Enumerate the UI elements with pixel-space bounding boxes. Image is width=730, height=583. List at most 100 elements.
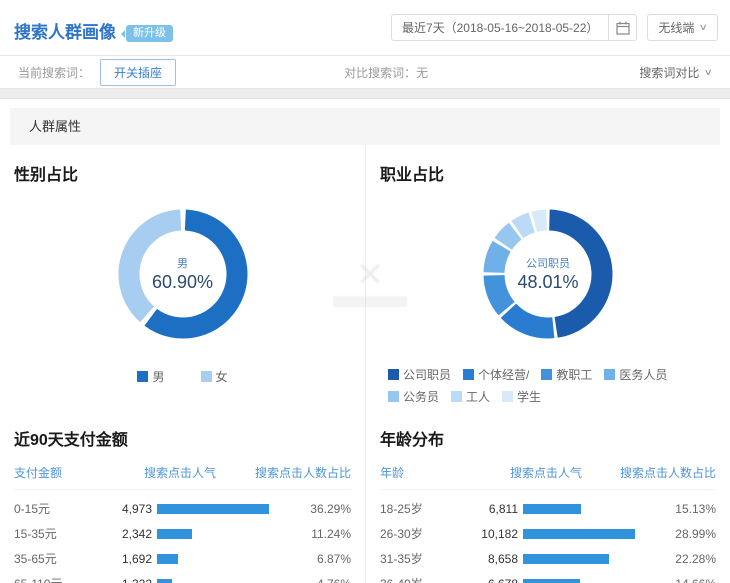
calendar-button[interactable] xyxy=(609,14,637,41)
row-bar xyxy=(523,579,580,583)
legend-swatch xyxy=(541,369,552,380)
payment-table-header: 支付金额 搜索点击人气 搜索点击人数占比 xyxy=(14,464,351,490)
page-header: 搜索人群画像新升级 最近7天（2018-05-16~2018-05-22） 无线… xyxy=(0,0,730,55)
row-label: 18-25岁 xyxy=(380,500,470,517)
legend-swatch xyxy=(463,369,474,380)
occupation-donut-chart: 公司职员 48.01% xyxy=(473,199,623,354)
column-header: 年龄 xyxy=(380,464,470,481)
legend-item-公司职员[interactable]: 公司职员 xyxy=(388,366,451,383)
column-header: 支付金额 xyxy=(14,464,104,481)
main-content: 人群属性 性别占比 男 60.90% 男女 职业占比 公司职员 48.01% 公… xyxy=(0,108,730,583)
page-title: 搜索人群画像 xyxy=(14,18,116,43)
row-value: 4,973 xyxy=(104,502,152,516)
page-divider xyxy=(0,89,730,99)
keyword-compare-label: 搜索词对比 xyxy=(639,64,699,81)
keyword-compare-dropdown[interactable]: 搜索词对比 ∨ xyxy=(639,64,712,81)
legend-item-工人[interactable]: 工人 xyxy=(451,388,490,405)
table-row: 15-35元2,34211.24% xyxy=(14,521,351,546)
donut-slice-公务员 xyxy=(503,231,515,244)
donut-slice-教职工 xyxy=(494,275,507,308)
table-row: 26-30岁10,18228.99% xyxy=(380,521,716,546)
legend-item-女[interactable]: 女 xyxy=(201,368,228,385)
row-bar-track xyxy=(523,529,652,539)
column-header: 搜索点击人气 xyxy=(470,464,606,481)
row-bar-track xyxy=(157,579,287,583)
row-value: 8,658 xyxy=(470,552,518,566)
legend-label: 男 xyxy=(152,368,164,385)
gender-chart-title: 性别占比 xyxy=(14,161,351,185)
row-percent: 4.76% xyxy=(287,577,351,583)
table-row: 18-25岁6,811 15.13% xyxy=(380,496,716,521)
legend-item-个体经营/[interactable]: 个体经营/ xyxy=(463,366,529,383)
legend-item-男[interactable]: 男 xyxy=(137,368,164,385)
row-bar-track xyxy=(523,579,652,583)
legend-swatch xyxy=(502,391,513,402)
column-header: 搜索点击人数占比 xyxy=(241,464,351,481)
row-bar-track xyxy=(157,529,287,539)
age-table-title: 年龄分布 xyxy=(380,426,716,450)
current-keyword-button[interactable]: 开关插座 xyxy=(100,59,176,86)
age-table-panel: 年龄分布 年龄 搜索点击人气 搜索点击人数占比 18-25岁6,811 15.13… xyxy=(365,410,730,583)
row-bar xyxy=(157,554,178,564)
legend-item-公务员[interactable]: 公务员 xyxy=(388,388,439,405)
compare-keyword-text: 对比搜索词：无 xyxy=(344,64,639,81)
row-percent: 15.13% xyxy=(652,502,716,516)
channel-label: 无线端 xyxy=(658,19,694,36)
current-keyword-label: 当前搜索词： xyxy=(18,64,90,81)
donut-slice-女 xyxy=(129,220,181,314)
table-row: 36-40岁6,67814.66% xyxy=(380,571,716,583)
donut-slice-学生 xyxy=(534,220,546,222)
table-row: 31-35岁8,658 22.28% xyxy=(380,546,716,571)
date-range-label: 最近7天（2018-05-16~2018-05-22） xyxy=(402,19,598,36)
row-bar xyxy=(523,529,635,539)
row-bar xyxy=(523,504,581,514)
legend-swatch xyxy=(604,369,615,380)
row-bar xyxy=(523,554,609,564)
gender-donut-chart: 男 60.90% xyxy=(108,199,258,354)
age-table-body: 18-25岁6,81115.13%26-30岁10,18228.99%31-35… xyxy=(380,496,716,583)
channel-select[interactable]: 无线端 ∨ xyxy=(647,14,718,41)
gender-legend: 男女 xyxy=(14,368,351,385)
chevron-down-icon: ∨ xyxy=(699,22,708,33)
legend-label: 学生 xyxy=(517,388,541,405)
legend-label: 个体经营/ xyxy=(478,366,529,383)
row-percent: 6.87% xyxy=(287,552,351,566)
row-label: 31-35岁 xyxy=(380,550,470,567)
table-row: 65-110元1,3224.76% xyxy=(14,571,351,583)
row-bar-track xyxy=(523,554,652,564)
legend-label: 工人 xyxy=(466,388,490,405)
legend-swatch xyxy=(388,391,399,402)
section-title-crowd-attributes: 人群属性 xyxy=(10,108,720,145)
row-value: 6,811 xyxy=(470,502,518,516)
row-label: 15-35元 xyxy=(14,525,104,542)
occupation-chart-title: 职业占比 xyxy=(380,161,716,185)
legend-swatch xyxy=(137,371,148,382)
legend-label: 教职工 xyxy=(556,366,592,383)
column-header: 搜索点击人气 xyxy=(104,464,241,481)
row-bar-track xyxy=(523,504,652,514)
occupation-legend: 公司职员 个体经营/教职工医务人员公务员 工人 学生 xyxy=(388,366,708,410)
legend-label: 公司职员 xyxy=(403,366,451,383)
column-header: 搜索点击人数占比 xyxy=(606,464,716,481)
legend-label: 公务员 xyxy=(403,388,439,405)
row-label: 35-65元 xyxy=(14,550,104,567)
row-value: 6,678 xyxy=(470,577,518,583)
table-row: 35-65元1,6926.87% xyxy=(14,546,351,571)
age-table-header: 年龄 搜索点击人气 搜索点击人数占比 xyxy=(380,464,716,490)
donut-slice-工人 xyxy=(517,223,531,230)
row-percent: 28.99% xyxy=(652,527,716,541)
legend-item-医务人员[interactable]: 医务人员 xyxy=(604,366,667,383)
date-range-button[interactable]: 最近7天（2018-05-16~2018-05-22） xyxy=(391,14,609,41)
legend-swatch xyxy=(451,391,462,402)
row-percent: 36.29% xyxy=(287,502,351,516)
row-value: 2,342 xyxy=(104,527,152,541)
row-value: 10,182 xyxy=(470,527,518,541)
row-percent: 22.28% xyxy=(652,552,716,566)
legend-item-教职工[interactable]: 教职工 xyxy=(541,366,592,383)
row-label: 65-110元 xyxy=(14,575,104,583)
legend-swatch xyxy=(388,369,399,380)
legend-item-学生[interactable]: 学生 xyxy=(502,388,541,405)
donut-slice-公司职员 xyxy=(549,220,602,327)
donut-slice-个体经营/ xyxy=(508,311,553,328)
row-percent: 14.66% xyxy=(652,577,716,583)
